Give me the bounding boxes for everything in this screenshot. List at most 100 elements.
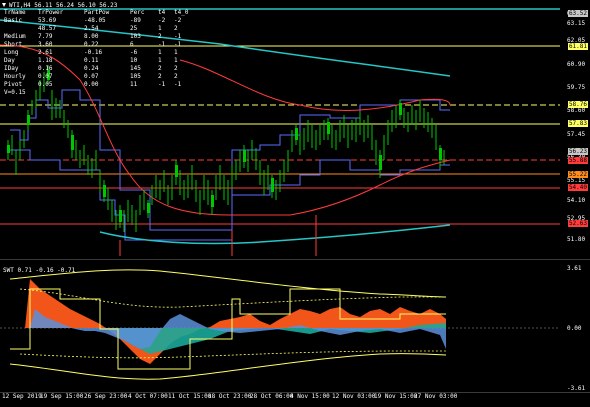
table-cell: 25 bbox=[130, 25, 138, 32]
price-axis-label: 63.15 bbox=[567, 20, 586, 27]
table-cell: 1 bbox=[158, 25, 162, 32]
table-cell: 1 bbox=[158, 57, 162, 64]
table-cell: 1 bbox=[174, 57, 178, 64]
time-axis-label: 19 Sep 15:00 bbox=[40, 393, 84, 400]
table-cell: 6 bbox=[130, 41, 134, 48]
price-axis-label: 55.15 bbox=[567, 177, 586, 184]
table-cell: 145 bbox=[130, 65, 141, 72]
table-cell: -1 bbox=[174, 81, 182, 88]
table-cell: 2 bbox=[158, 65, 162, 72]
time-axis: 12 Sep 2019 19 Sep 15:00 26 Sep 23:00 4 Oct… bbox=[0, 392, 590, 407]
table-cell: Hourly bbox=[4, 73, 26, 80]
price-tag: 56.23 bbox=[567, 148, 588, 155]
table-cell: -1 bbox=[158, 81, 166, 88]
table-cell: 2 bbox=[174, 73, 178, 80]
indicator-subwindow[interactable]: SWT 0.71 -0.16 -0.71 3.61 0.00 -3.61 bbox=[0, 259, 590, 392]
table-cell bbox=[4, 25, 38, 33]
header-t4: t4 bbox=[158, 9, 166, 16]
table-cell: 2 bbox=[174, 25, 178, 32]
time-axis-label: 27 Nov 03:00 bbox=[414, 393, 458, 400]
price-axis-label: 51.80 bbox=[567, 236, 586, 243]
table-cell: 11 bbox=[130, 81, 138, 88]
table-header: TrName TrPower PartPow Perc t4 t4_0 bbox=[4, 9, 194, 17]
table-cell: 3.60 bbox=[38, 41, 53, 48]
price-axis-label: 60.90 bbox=[567, 61, 586, 68]
table-cell: -89 bbox=[130, 17, 141, 24]
table-cell: -2 bbox=[158, 17, 166, 24]
indicator-title: SWT 0.71 -0.16 -0.71 bbox=[3, 267, 76, 274]
indicator-canvas bbox=[0, 269, 560, 380]
table-cell: -1 bbox=[174, 33, 182, 40]
time-axis-label: 18 Oct 23:00 bbox=[208, 393, 252, 400]
time-axis-label: 12 Sep 2019 bbox=[2, 393, 42, 400]
table-cell: 0.24 bbox=[84, 65, 99, 72]
chart-title: WTI,H4 56.11 56.24 56.10 56.23 bbox=[9, 2, 118, 9]
table-row: IDay 0.16 0.24 145 2 2 bbox=[4, 65, 194, 73]
table-cell: 1 bbox=[158, 49, 162, 56]
time-axis-label: 11 Oct 15:00 bbox=[168, 393, 212, 400]
table-cell: 2.54 bbox=[84, 25, 99, 32]
table-cell: -48.05 bbox=[84, 17, 106, 24]
table-cell: 105 bbox=[130, 73, 141, 80]
price-tag: 54.40 bbox=[567, 184, 588, 191]
trend-power-table: TrName TrPower PartPow Perc t4 t4_0 Basi… bbox=[4, 9, 194, 97]
table-cell: -1 bbox=[174, 41, 182, 48]
table-row: Short 3.60 0.22 6 -1 -1 bbox=[4, 41, 194, 49]
table-cell: Pivot bbox=[4, 81, 23, 88]
table-cell: Long bbox=[4, 49, 19, 56]
time-axis-label: 19 Nov 15:00 bbox=[374, 393, 418, 400]
table-row: Hourly 0.07 0.07 105 2 2 bbox=[4, 73, 194, 81]
table-cell: Medium bbox=[4, 33, 26, 40]
terminal-chart-window: WTI,H4 56.11 56.24 56.10 56.23 TrName Tr… bbox=[0, 0, 590, 407]
time-axis-label: 12 Nov 03:00 bbox=[332, 393, 376, 400]
price-tag: 52.63 bbox=[567, 220, 588, 227]
header-t4-0: t4_0 bbox=[174, 9, 189, 16]
table-cell: -1 bbox=[158, 41, 166, 48]
price-tag: 55.22 bbox=[567, 171, 588, 178]
header-perc: Perc bbox=[130, 9, 145, 16]
table-cell: 103 bbox=[130, 33, 141, 40]
table-cell: 0.07 bbox=[84, 73, 99, 80]
table-row: Day 1.18 0.11 10 1 1 bbox=[4, 57, 194, 65]
table-row: Basic 53.69 -48.05 -89 -2 -2 bbox=[4, 17, 194, 25]
table-cell: 0.11 bbox=[84, 57, 99, 64]
price-tag: 55.88 bbox=[567, 157, 588, 164]
price-tag: 61.81 bbox=[567, 43, 588, 50]
table-cell: 2 bbox=[158, 33, 162, 40]
table-cell: 53.69 bbox=[38, 17, 57, 24]
table-row: 48.57 2.54 25 1 2 bbox=[4, 25, 194, 33]
table-cell: 2 bbox=[158, 73, 162, 80]
table-cell: 1 bbox=[174, 49, 178, 56]
time-axis-label: 4 Nov 15:00 bbox=[290, 393, 330, 400]
price-axis-label: 59.75 bbox=[567, 84, 586, 91]
table-cell: 1.18 bbox=[38, 57, 53, 64]
time-axis-label: 26 Sep 23:00 bbox=[84, 393, 128, 400]
table-cell: 7.79 bbox=[38, 33, 53, 40]
table-cell: Short bbox=[4, 41, 23, 48]
table-cell: 0.00 bbox=[84, 81, 99, 88]
table-cell: 48.57 bbox=[38, 25, 57, 32]
indicator-axis-label: 3.61 bbox=[567, 265, 582, 272]
price-axis-label: 58.60 bbox=[567, 107, 586, 114]
table-cell: -0.16 bbox=[84, 49, 103, 56]
table-cell: 0.07 bbox=[38, 73, 53, 80]
table-cell: Basic bbox=[4, 17, 23, 24]
table-cell: 8.00 bbox=[84, 33, 99, 40]
indicator-axis-label: 0.00 bbox=[567, 325, 582, 332]
chevron-down-icon[interactable] bbox=[2, 3, 6, 7]
table-row: Long 2.61 -0.16 -6 1 1 bbox=[4, 49, 194, 57]
price-axis-label: 54.10 bbox=[567, 197, 586, 204]
header-trpower: TrPower bbox=[38, 9, 64, 16]
header-partpow: PartPow bbox=[84, 9, 110, 16]
table-cell: 0.05 bbox=[38, 81, 53, 88]
table-cell: 10 bbox=[130, 57, 138, 64]
table-extra: V=0.15 bbox=[4, 89, 26, 96]
price-tag: 57.83 bbox=[567, 120, 588, 127]
time-axis-label: 28 Oct 06:00 bbox=[250, 393, 294, 400]
table-row: Medium 7.79 8.00 103 2 -1 bbox=[4, 33, 194, 41]
main-price-chart[interactable]: WTI,H4 56.11 56.24 56.10 56.23 TrName Tr… bbox=[0, 0, 590, 259]
table-cell: 0.16 bbox=[38, 65, 53, 72]
table-cell: IDay bbox=[4, 65, 19, 72]
price-tag: 58.76 bbox=[567, 101, 588, 108]
time-axis-label: 4 Oct 07:00 bbox=[128, 393, 168, 400]
